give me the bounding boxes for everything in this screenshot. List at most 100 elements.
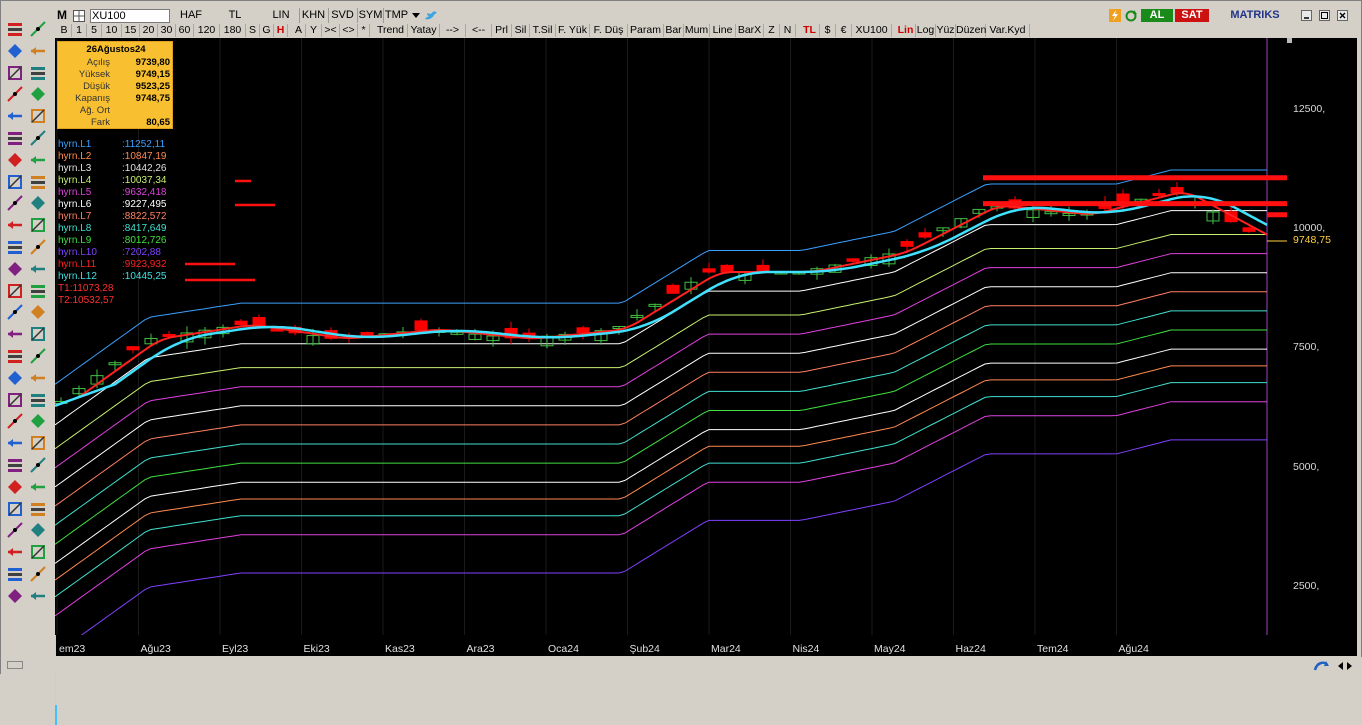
toolbar-button-18[interactable]: Trend <box>374 24 408 37</box>
toolbar-button-13[interactable]: A <box>292 24 306 37</box>
toolbar-button-15[interactable]: >< <box>322 24 340 37</box>
minimize-button[interactable] <box>1299 8 1313 23</box>
chart-icon[interactable] <box>5 390 25 410</box>
hourglass-icon[interactable] <box>5 455 25 475</box>
toolbar-button-11[interactable]: G <box>260 24 274 37</box>
arrows-move-icon[interactable] <box>28 259 48 279</box>
toolbar-button-23[interactable]: Sil <box>512 24 530 37</box>
toolbar-button-24[interactable]: T.Sil <box>530 24 556 37</box>
cross-icon[interactable] <box>5 215 25 235</box>
maximize-button[interactable] <box>1317 8 1331 23</box>
scale-button[interactable]: LIN <box>267 8 295 23</box>
toolbar-button-34[interactable]: TL <box>800 24 820 37</box>
toolbar-button-9[interactable]: 180 <box>220 24 246 37</box>
buy-button[interactable]: AL <box>1141 9 1173 22</box>
line-icon[interactable] <box>5 63 25 83</box>
tag-icon[interactable] <box>5 346 25 366</box>
arrow-left2-icon[interactable] <box>28 302 48 322</box>
toolbar-button-4[interactable]: 15 <box>122 24 140 37</box>
crosshair-icon[interactable] <box>28 63 48 83</box>
fan-icon[interactable] <box>5 106 25 126</box>
arrow-down-icon[interactable] <box>28 368 48 388</box>
bars-icon[interactable] <box>5 41 25 61</box>
toolbar-button-42[interactable]: Var.Kyd <box>986 24 1030 37</box>
chart-area[interactable]: 26Ağustos24 Açılış 9739,80 Yüksek 9749,15 Dü… <box>55 38 1287 635</box>
arrows-icon[interactable] <box>28 215 48 235</box>
line2-icon[interactable] <box>5 542 25 562</box>
toolbar-button-35[interactable]: $ <box>820 24 836 37</box>
arrow-right-icon[interactable] <box>28 193 48 213</box>
magnet-icon[interactable] <box>5 477 25 497</box>
sym-button[interactable]: SYM <box>357 8 383 23</box>
toolbar-button-1[interactable]: 1 <box>72 24 87 37</box>
toolbar-button-19[interactable]: Yatay <box>408 24 440 37</box>
eraser-icon[interactable] <box>28 150 48 170</box>
label-icon[interactable] <box>5 368 25 388</box>
toolbar-button-28[interactable]: Bar <box>664 24 684 37</box>
box-icon[interactable] <box>5 433 25 453</box>
toolbar-button-20[interactable]: --> <box>440 24 466 37</box>
ruler2-icon[interactable] <box>5 564 25 584</box>
arrow-right2-icon[interactable] <box>28 324 48 344</box>
toolbar-button-41[interactable]: Düzen <box>956 24 986 37</box>
brush-icon[interactable] <box>5 84 25 104</box>
toolbar-button-39[interactable]: Log <box>916 24 936 37</box>
grid-icon[interactable] <box>28 499 48 519</box>
toolbar-button-12[interactable]: H <box>274 24 288 37</box>
lightning-icon[interactable] <box>1108 8 1122 23</box>
toolbar-button-31[interactable]: BarX <box>736 24 764 37</box>
tmp-button[interactable]: TMP <box>383 8 409 23</box>
pen-icon[interactable] <box>5 150 25 170</box>
toolbar-button-2[interactable]: 5 <box>87 24 102 37</box>
stack-icon[interactable] <box>28 477 48 497</box>
zoom2-icon[interactable] <box>28 411 48 431</box>
toolbar-button-14[interactable]: Y <box>306 24 322 37</box>
toolbar-button-36[interactable]: € <box>836 24 852 37</box>
expand-icon[interactable] <box>5 237 25 257</box>
toolbar-button-27[interactable]: Param <box>628 24 664 37</box>
sell-button[interactable]: SAT <box>1175 9 1209 22</box>
ruler-icon[interactable] <box>28 128 48 148</box>
price-chart[interactable] <box>55 38 1287 635</box>
toolbar-button-32[interactable]: Z <box>764 24 780 37</box>
wedge-icon[interactable] <box>5 520 25 540</box>
folder-icon[interactable] <box>5 128 25 148</box>
toolbar-button-33[interactable]: N <box>780 24 796 37</box>
period-button[interactable]: HAF <box>175 8 207 23</box>
candles-icon[interactable] <box>28 433 48 453</box>
toolbar-button-7[interactable]: 60 <box>176 24 194 37</box>
cursor-icon[interactable] <box>28 41 48 61</box>
arrow-left-icon[interactable] <box>28 172 48 192</box>
expand-v-icon[interactable] <box>28 237 48 257</box>
grid-icon[interactable] <box>71 8 87 23</box>
layers-icon[interactable] <box>5 411 25 431</box>
pattern-icon[interactable] <box>5 324 25 344</box>
twitter-icon[interactable] <box>423 8 439 23</box>
toolbar-button-30[interactable]: Line <box>710 24 736 37</box>
arrow-up-icon[interactable] <box>28 346 48 366</box>
star-icon[interactable] <box>28 281 48 301</box>
refresh-icon[interactable] <box>1124 8 1138 23</box>
list-icon[interactable] <box>5 19 25 39</box>
toolbar-button-26[interactable]: F. Düş <box>590 24 628 37</box>
currency-button[interactable]: TL <box>220 8 250 23</box>
symbol-input[interactable]: XU100 <box>90 9 170 23</box>
toolbar-button-10[interactable]: S <box>246 24 260 37</box>
horizontal-line-icon[interactable] <box>5 193 25 213</box>
check-icon[interactable] <box>5 302 25 322</box>
toolbar-button-22[interactable]: Prl <box>492 24 512 37</box>
khn-button[interactable]: KHN <box>299 8 327 23</box>
dropdown-icon[interactable] <box>409 8 423 23</box>
toolbar-button-5[interactable]: 20 <box>140 24 158 37</box>
toolbar-button-0[interactable]: B <box>57 24 72 37</box>
toolbar-button-6[interactable]: 30 <box>158 24 176 37</box>
resize-icon[interactable] <box>1335 659 1355 673</box>
triangle-icon[interactable] <box>28 455 48 475</box>
toolbar-button-8[interactable]: 120 <box>194 24 220 37</box>
bell-icon[interactable] <box>5 172 25 192</box>
channel-icon[interactable] <box>28 520 48 540</box>
toolbar-button-17[interactable]: * <box>358 24 370 37</box>
svd-button[interactable]: SVD <box>328 8 356 23</box>
vertical-line-icon[interactable] <box>5 259 25 279</box>
toolbar-button-37[interactable]: XU100 <box>852 24 892 37</box>
